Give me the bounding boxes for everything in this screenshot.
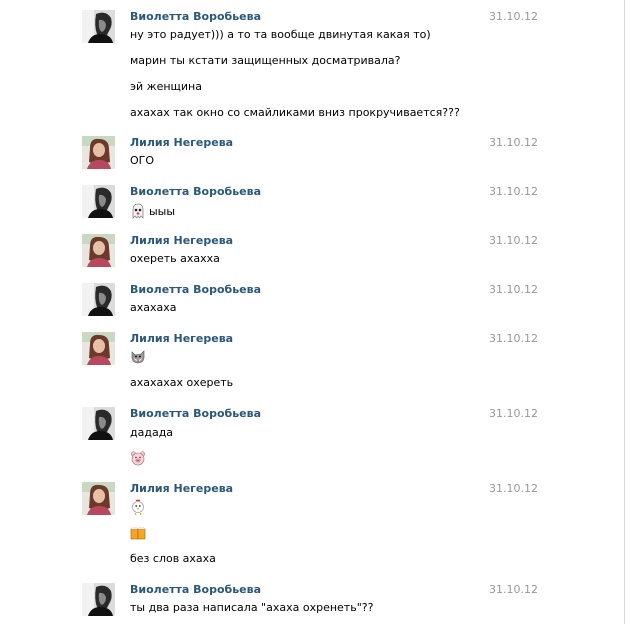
avatar[interactable] [82, 185, 115, 218]
message-text: охереть ахахха [130, 252, 220, 265]
avatar[interactable] [82, 10, 115, 43]
message-author[interactable]: Лилия Негерева [130, 136, 233, 150]
message-author[interactable]: Виолетта Воробьева [130, 185, 261, 199]
message-text-content: ыыы [149, 205, 176, 218]
message-text: ыыы [130, 203, 175, 219]
message-text: ОГО [130, 154, 155, 167]
message-date[interactable]: 31.10.12 [489, 185, 538, 199]
message-group: Лилия Негерева 31.10.12 охереть ахахха [82, 234, 542, 270]
avatar[interactable] [82, 234, 115, 267]
message-author[interactable]: Лилия Негерева [130, 332, 233, 346]
message-date[interactable]: 31.10.12 [489, 407, 538, 421]
message-text: эй женщина [130, 80, 202, 93]
message-date[interactable]: 31.10.12 [489, 283, 538, 297]
message-text: ну это радует))) а то та вообще двинутая… [130, 28, 431, 41]
avatar[interactable] [82, 332, 115, 365]
message-group: Виолетта Воробьева 31.10.12 ахахаха [82, 283, 542, 319]
message-date[interactable]: 31.10.12 [489, 332, 538, 346]
message-author[interactable]: Лилия Негерева [130, 234, 233, 248]
message-date[interactable]: 31.10.12 [489, 136, 538, 150]
chicken-emoji-icon [130, 499, 146, 516]
avatar[interactable] [82, 136, 115, 169]
message-date[interactable]: 31.10.12 [489, 482, 538, 496]
message-author[interactable]: Виолетта Воробьева [130, 407, 261, 421]
message-date[interactable]: 31.10.12 [489, 234, 538, 248]
message-text: ахахах так окно со смайликами вниз прокр… [130, 106, 460, 119]
message-author[interactable]: Виолетта Воробьева [130, 10, 261, 24]
message-group: Виолетта Воробьева 31.10.12 ыыы [82, 185, 542, 221]
message-group: Лилия Негерева 31.10.12 без слов ахаха [82, 482, 542, 568]
message-text: ты два раза написала "ахаха охренеть"?? [130, 601, 374, 614]
message-text: ахахахах охереть [130, 376, 234, 389]
message-text: без слов ахаха [130, 552, 216, 565]
message-text: марин ты кстати защищенных досматривала? [130, 54, 401, 67]
message-group: Виолетта Воробьева 31.10.12 ну это радуе… [82, 10, 542, 122]
message-group: Виолетта Воробьева 31.10.12 ты два раза … [82, 583, 542, 619]
message-author[interactable]: Лилия Негерева [130, 482, 233, 496]
message-author[interactable]: Виолетта Воробьева [130, 283, 261, 297]
avatar[interactable] [82, 583, 115, 616]
message-date[interactable]: 31.10.12 [489, 583, 538, 597]
message-text: дадада [130, 426, 174, 439]
pig-emoji-icon [130, 450, 146, 466]
right-border-line [624, 0, 625, 624]
beer-emoji-icon [130, 524, 146, 540]
wolf-emoji-icon [130, 349, 146, 365]
message-text: ахахаха [130, 301, 177, 314]
message-date[interactable]: 31.10.12 [489, 10, 538, 24]
message-group: Лилия Негерева 31.10.12 ахахахах охереть [82, 332, 542, 394]
avatar[interactable] [82, 407, 115, 440]
message-group: Лилия Негерева 31.10.12 ОГО [82, 136, 542, 172]
avatar[interactable] [82, 283, 115, 316]
message-group: Виолетта Воробьева 31.10.12 дадада [82, 407, 542, 469]
avatar[interactable] [82, 482, 115, 515]
ghost-emoji-icon [130, 203, 146, 219]
message-author[interactable]: Виолетта Воробьева [130, 583, 261, 597]
